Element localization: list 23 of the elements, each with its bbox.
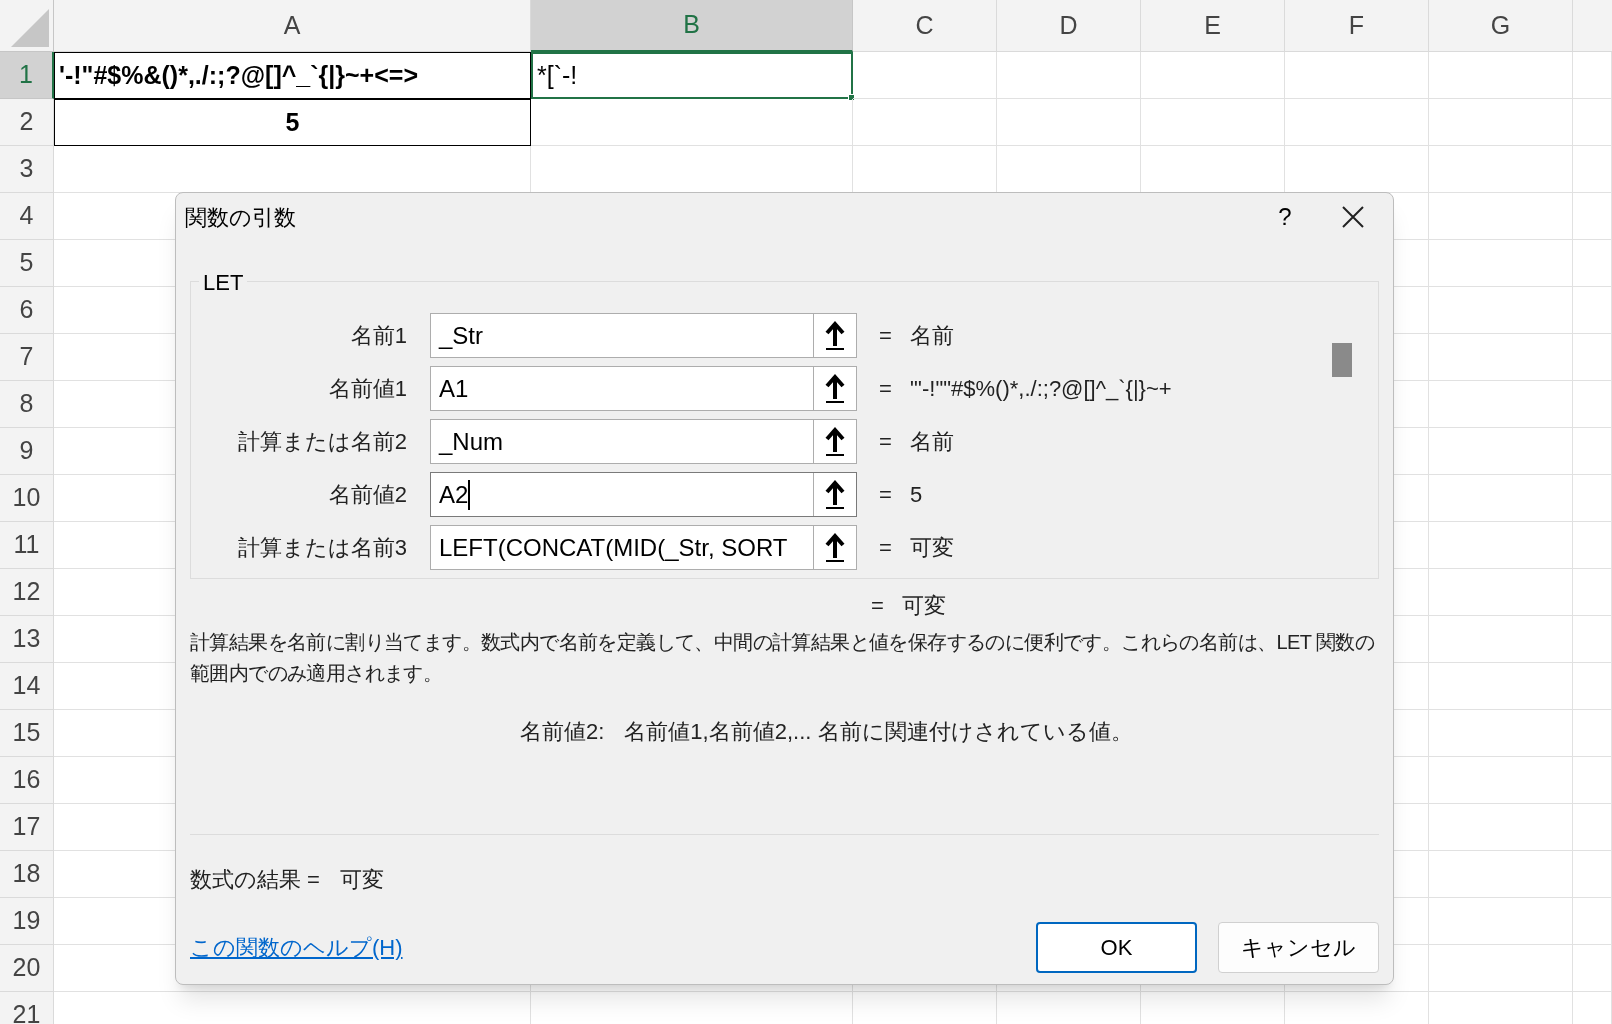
dialog-title: 関数の引数 <box>185 203 297 232</box>
argument-result: 名前 <box>910 322 954 350</box>
argument-result: 名前 <box>910 428 954 456</box>
argument-label: 名前値1 <box>327 375 408 403</box>
argument-label: 計算または名前3 <box>236 534 408 562</box>
equals-sign: = <box>879 322 893 350</box>
equals-sign: = <box>879 534 893 562</box>
result-value: 可変 <box>339 866 384 894</box>
equals-sign: = <box>879 375 893 403</box>
argument-name: 名前値2: <box>520 718 605 746</box>
argument-label: 名前値2 <box>327 481 408 509</box>
equals-sign: = <box>879 481 893 509</box>
function-description: 計算結果を名前に割り当てます。数式内で名前を定義して、中間の計算結果と値を保存するのに便利です。これらの名前は、LET 関数の範囲内でのみ適用されます。 <box>190 630 1376 686</box>
argument-label: 計算または名前2 <box>236 428 408 456</box>
result-label: 数式の結果 = <box>190 866 320 894</box>
argument-result: "'-!""#$%()*,./:;?@[]^_`{|}~+ <box>910 375 1172 403</box>
argument-result: 可変 <box>910 534 954 562</box>
argument-description: 名前値1,名前値2,... 名前に関連付けされている値。 <box>624 718 1133 746</box>
equals-sign: = <box>871 591 885 620</box>
formula-value: 可変 <box>902 591 946 620</box>
equals-sign: = <box>879 428 893 456</box>
argument-label: 名前1 <box>349 322 408 350</box>
argument-result: 5 <box>910 481 923 509</box>
